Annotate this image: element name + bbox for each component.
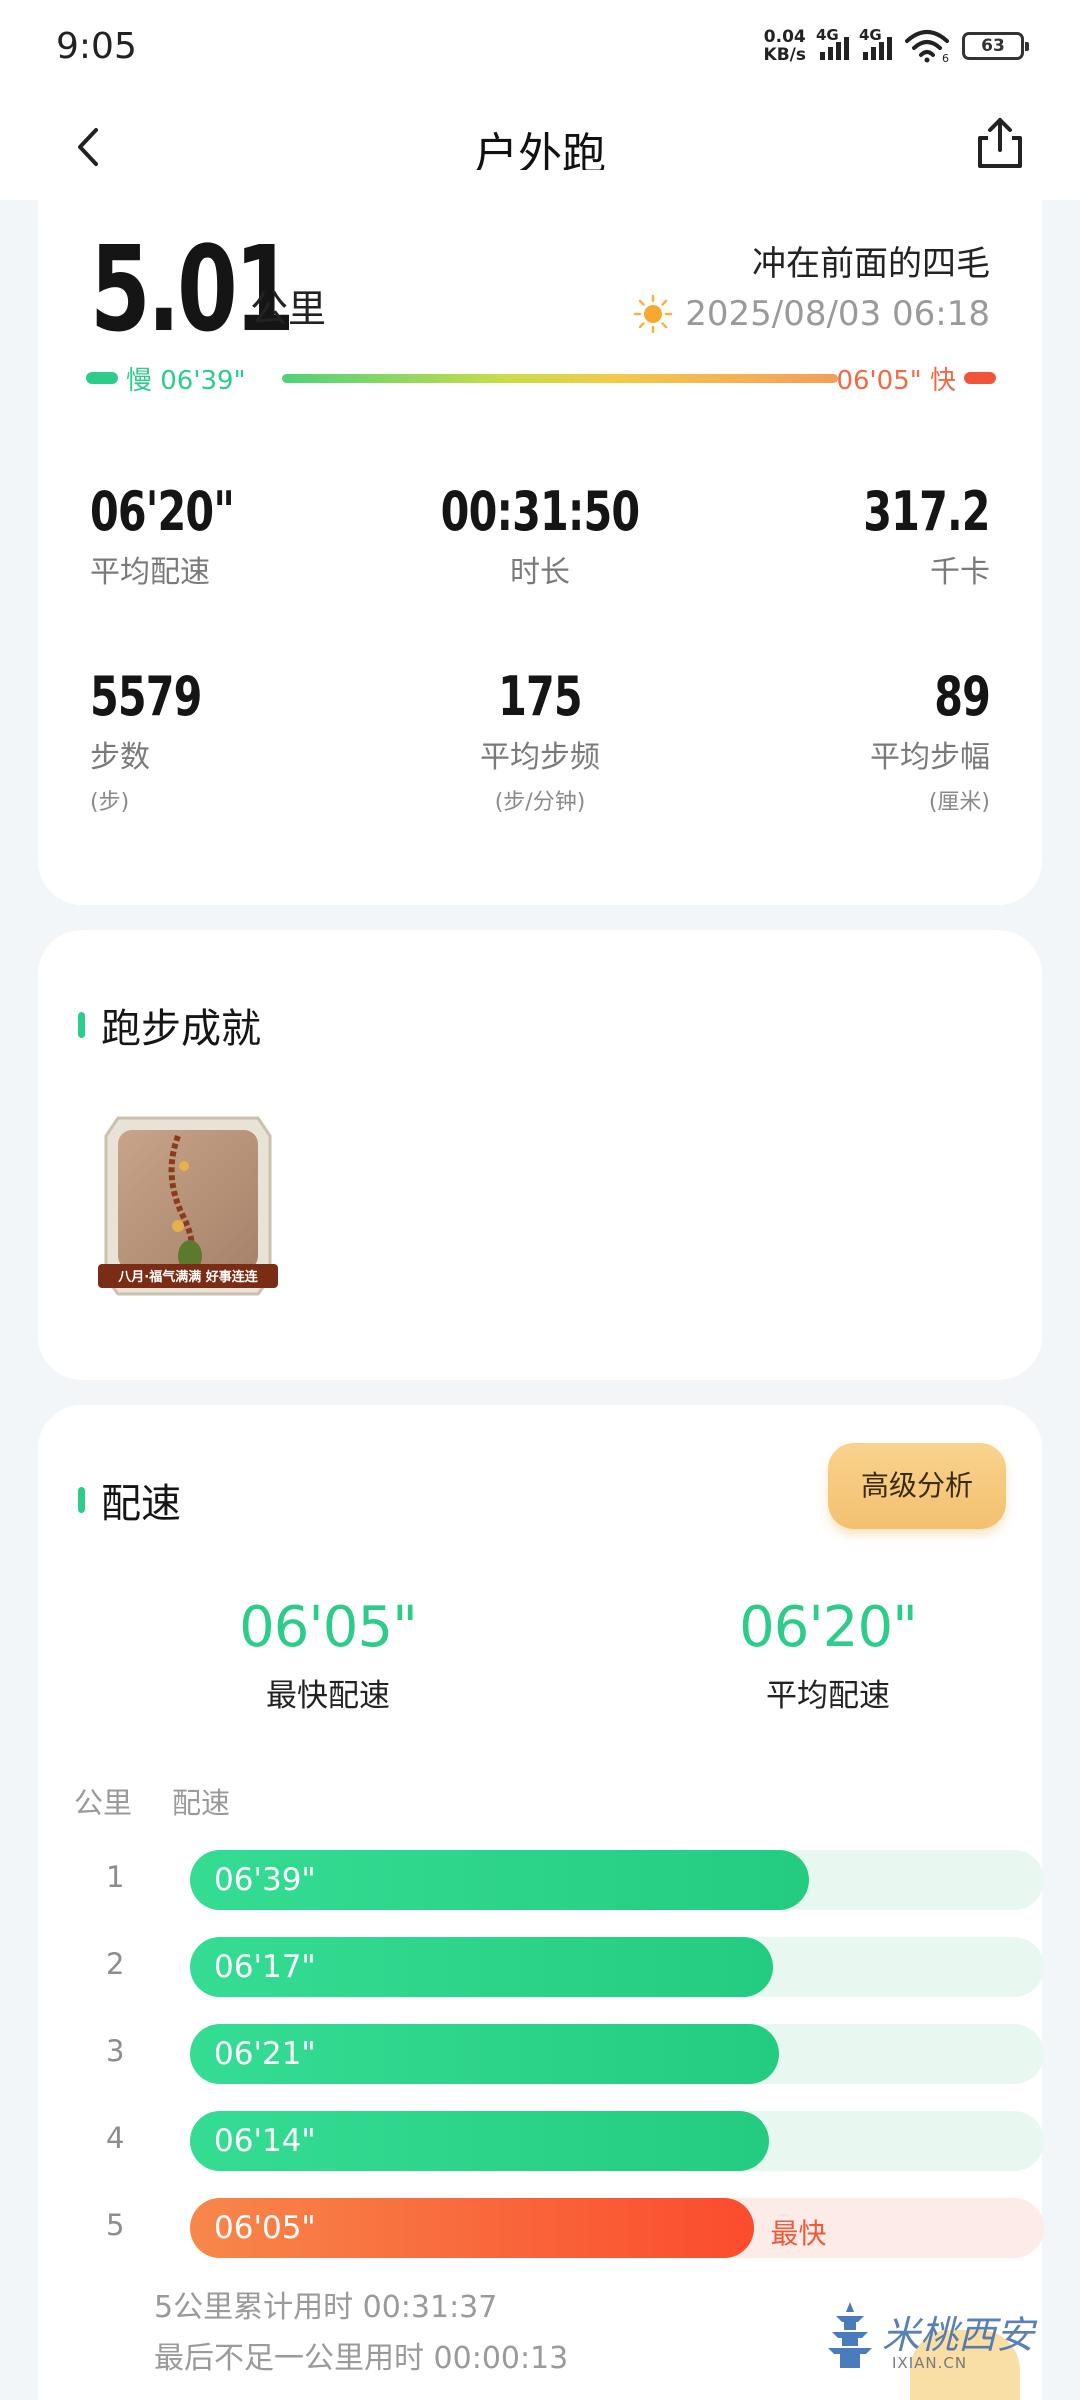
stat-value: 00:31:50 (440, 480, 640, 543)
cell-signal-icon: 4G (816, 26, 849, 60)
split-bar: 06'05" (190, 2198, 755, 2258)
fastest-pace-summary: 06'05" 最快配速 (128, 1595, 528, 1715)
run-date-row: 2025/08/03 06:18 (633, 294, 990, 334)
average-pace-summary: 06'20" 平均配速 (628, 1595, 1028, 1715)
pace-card: 配速 高级分析 06'05" 最快配速 06'20" 平均配速 公里 配速 10… (38, 1405, 1044, 2400)
svg-text:6: 6 (942, 52, 949, 63)
fast-pace-label: 06'05" 快 (836, 366, 956, 396)
pace-header: 配速 (78, 1471, 181, 1529)
split-row-5: 5 06'05" 最快 (74, 2198, 1044, 2258)
status-time: 9:05 (56, 26, 137, 67)
split-row-4: 4 06'14" (74, 2111, 1044, 2171)
battery-icon: 63 (962, 32, 1029, 60)
column-km: 公里 (74, 1786, 133, 1820)
network-speed-unit: KB/s (763, 45, 806, 65)
network-speed-value: 0.04 (763, 27, 806, 47)
stat-stride: 89 平均步幅 (厘米) (870, 665, 991, 816)
stat-cadence: 175 平均步频 (步/分钟) (340, 665, 740, 816)
achievements-title: 跑步成就 (101, 1006, 261, 1052)
status-icons: 0.04 KB/s 4G 4G 6 63 (764, 26, 1029, 64)
advanced-analysis-button[interactable]: 高级分析 (828, 1443, 1006, 1529)
site-watermark: 米桃西安 IXIAN.CN (820, 2290, 1060, 2400)
watermark-text: 米桃西安 (882, 2313, 1035, 2357)
sim1-label: 4G (816, 26, 839, 44)
stat-unit: (厘米) (928, 790, 990, 815)
split-km: 4 (106, 2121, 125, 2155)
column-pace: 配速 (172, 1786, 231, 1820)
split-track: 06'39" (190, 1850, 1044, 1910)
stat-label: 时长 (510, 555, 570, 590)
stat-avg-pace: 06'20" 平均配速 (90, 480, 259, 591)
status-bar: 9:05 0.04 KB/s 4G 4G 6 63 (0, 0, 1080, 96)
fastest-pace-value: 06'05" (239, 1595, 418, 1660)
stat-value: 06'20" (90, 480, 235, 543)
pace-range-bar: 慢 06'39" 06'05" 快 (86, 358, 996, 398)
slow-pace-label: 慢 06'39" (126, 366, 246, 396)
fast-cap (964, 372, 996, 384)
stat-label: 步数 (90, 740, 150, 775)
split-bar: 06'17" (190, 1937, 774, 1997)
split-pace: 06'21" (214, 2036, 316, 2072)
split-track: 06'17" (190, 1937, 1044, 1997)
remainder-time-note: 最后不足一公里用时 00:00:13 (154, 2341, 569, 2376)
split-row-3: 3 06'21" (74, 2024, 1044, 2084)
stat-label: 平均配速 (90, 555, 210, 590)
cell-signal-icon-2: 4G (859, 26, 892, 60)
split-km: 5 (106, 2208, 125, 2242)
medal-caption: 八月·福气满满 好事连连 (118, 1270, 258, 1285)
sun-icon (633, 294, 673, 334)
split-bar: 06'21" (190, 2024, 780, 2084)
split-row-2: 2 06'17" (74, 1937, 1044, 1997)
average-pace-label: 平均配速 (766, 1678, 890, 1714)
stat-duration: 00:31:50 时长 (340, 480, 740, 591)
stat-unit: (步) (90, 790, 130, 815)
split-bar: 06'14" (190, 2111, 769, 2171)
split-pace: 06'14" (214, 2123, 316, 2159)
split-pace: 06'05" (214, 2210, 316, 2246)
fastest-tag: 最快 (770, 2217, 827, 2250)
stat-value: 317.2 (863, 480, 991, 543)
wifi-icon: 6 (905, 30, 949, 63)
pace-title: 配速 (101, 1481, 181, 1527)
stat-steps: 5579 步数 (步) (90, 665, 221, 816)
fastest-pace-label: 最快配速 (266, 1678, 390, 1714)
runner-name: 冲在前面的四毛 (752, 244, 990, 284)
split-track: 06'14" (190, 2111, 1044, 2171)
watermark-url: IXIAN.CN (892, 2354, 968, 2372)
stat-unit: (步/分钟) (494, 790, 586, 815)
stat-value: 175 (498, 665, 583, 728)
split-track: 06'21" (190, 2024, 1044, 2084)
stat-value: 89 (934, 665, 991, 728)
split-pace: 06'17" (214, 1949, 316, 1985)
total-time-note: 5公里累计用时 00:31:37 (154, 2290, 498, 2325)
network-speed: 0.04 KB/s (764, 28, 806, 64)
split-track: 06'05" 最快 (190, 2198, 1044, 2258)
split-km: 1 (106, 1860, 125, 1894)
run-date: 2025/08/03 06:18 (685, 294, 990, 334)
stat-label: 千卡 (930, 555, 990, 590)
split-bar: 06'39" (190, 1850, 810, 1910)
share-icon[interactable] (970, 114, 1030, 174)
run-summary-card: 5.01 公里 冲在前面的四毛 2025/08/03 06:18 慢 06'39… (38, 170, 1042, 905)
split-km: 3 (106, 2034, 125, 2068)
distance-unit: 公里 (250, 287, 327, 331)
section-accent (78, 1012, 85, 1038)
slow-cap (86, 372, 118, 384)
achievements-header: 跑步成就 (78, 996, 261, 1054)
pagoda-icon (828, 2302, 872, 2368)
pace-gradient-bar (282, 374, 838, 383)
stat-value: 5579 (90, 665, 202, 728)
achievements-card: 跑步成就 八月·福气满满 好事连连 (38, 930, 1042, 1380)
split-km: 2 (106, 1947, 125, 1981)
split-row-1: 1 06'39" (74, 1850, 1044, 1910)
split-pace: 06'39" (214, 1862, 316, 1898)
stat-label: 平均步频 (480, 740, 600, 775)
section-accent (78, 1487, 85, 1513)
stat-calories: 317.2 千卡 (841, 480, 991, 591)
stat-label: 平均步幅 (870, 740, 990, 775)
sim2-label: 4G (859, 26, 882, 44)
splits-column-headers: 公里 配速 (74, 1780, 230, 1822)
average-pace-value: 06'20" (739, 1595, 918, 1660)
